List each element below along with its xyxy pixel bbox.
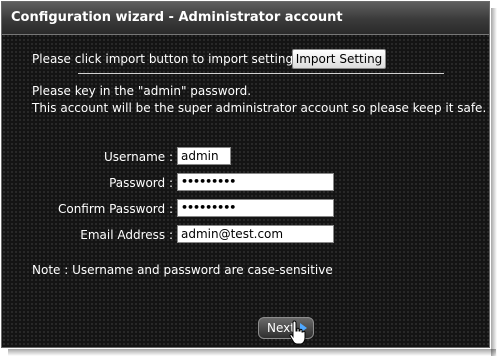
title-bar: Configuration wizard - Administrator acc…	[2, 2, 489, 35]
import-prompt: Please click import button to import set…	[32, 52, 298, 66]
confirm-password-field[interactable]: •••••••••	[177, 199, 334, 217]
confirm-password-label: Confirm Password :	[57, 202, 173, 216]
note-text: Note : Username and password are case-se…	[32, 263, 333, 277]
window-shadow	[491, 8, 497, 356]
username-field[interactable]: admin	[177, 147, 231, 165]
wizard-dialog: Configuration wizard - Administrator acc…	[1, 1, 490, 348]
window-title: Configuration wizard - Administrator acc…	[11, 10, 343, 25]
email-label: Email Address :	[80, 228, 173, 242]
username-label: Username :	[103, 150, 173, 164]
info-line-2: This account will be the super administr…	[32, 101, 487, 115]
info-line-1: Please key in the "admin" password.	[32, 84, 252, 98]
divider	[78, 73, 444, 74]
window-shadow-bottom	[8, 349, 496, 356]
import-setting-button[interactable]: Import Setting	[292, 49, 386, 69]
email-field[interactable]: admin@test.com	[177, 225, 334, 243]
hand-pointer-icon	[289, 320, 306, 345]
password-label: Password :	[109, 176, 173, 190]
password-field[interactable]: •••••••••	[177, 173, 334, 191]
